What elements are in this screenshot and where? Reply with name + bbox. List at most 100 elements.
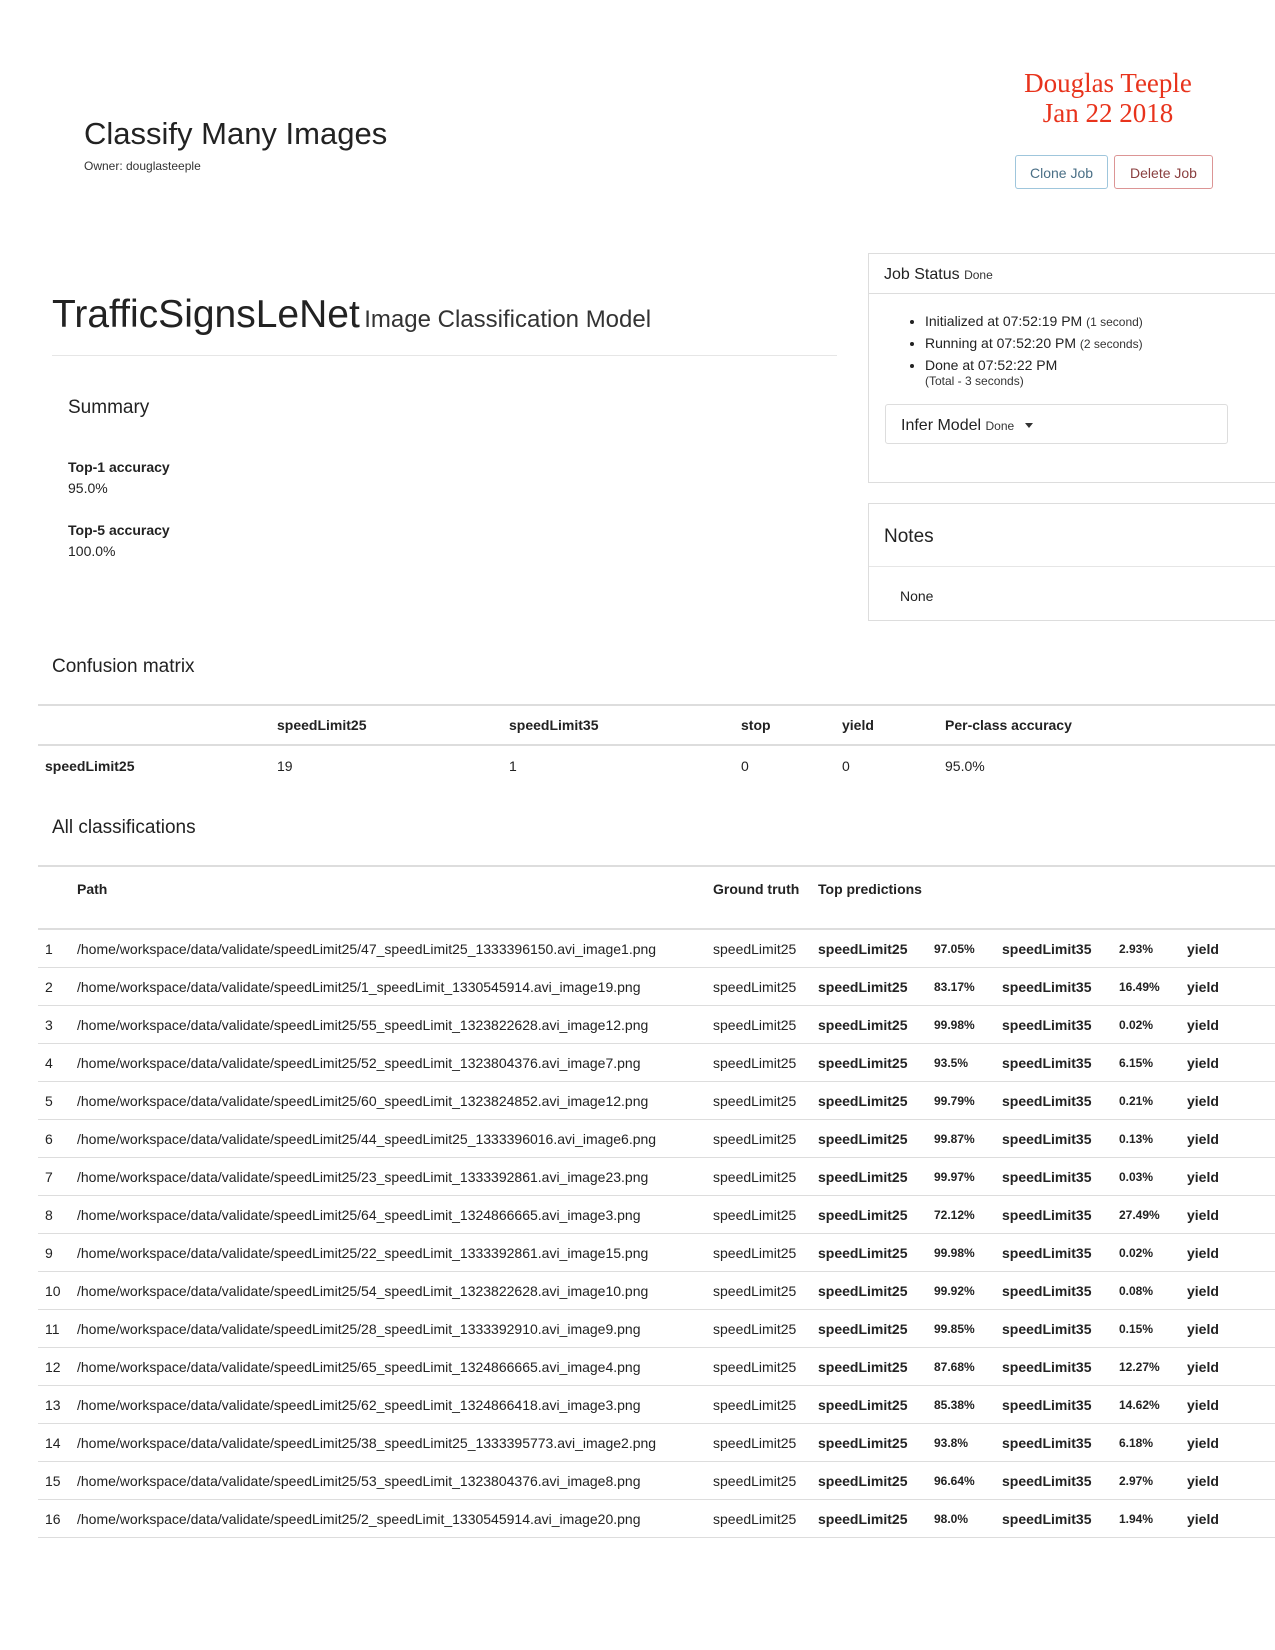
- prediction-2-confidence: 6.18%: [1112, 1423, 1180, 1462]
- prediction-2-confidence: 0.03%: [1112, 1157, 1180, 1196]
- confusion-row-label: speedLimit25: [45, 758, 135, 774]
- prediction-1-label: speedLimit25: [811, 1461, 927, 1500]
- confusion-header: yield: [835, 704, 938, 746]
- table-row: 10/home/workspace/data/validate/speedLim…: [38, 1271, 1275, 1310]
- confusion-header: speedLimit35: [502, 704, 734, 746]
- row-index: 2: [38, 967, 70, 1006]
- infer-model-state: Done: [985, 419, 1015, 433]
- row-index: 16: [38, 1499, 70, 1538]
- image-path: /home/workspace/data/validate/speedLimit…: [70, 1309, 706, 1348]
- prediction-2-confidence: 0.13%: [1112, 1119, 1180, 1158]
- image-path: /home/workspace/data/validate/speedLimit…: [70, 1081, 706, 1120]
- prediction-1-confidence: 83.17%: [927, 967, 995, 1006]
- ground-truth: speedLimit25: [706, 967, 811, 1006]
- prediction-3-label: yield: [1180, 1347, 1275, 1386]
- prediction-2-label: speedLimit35: [995, 1461, 1112, 1500]
- image-path: /home/workspace/data/validate/speedLimit…: [70, 1423, 706, 1462]
- table-row: 1/home/workspace/data/validate/speedLimi…: [38, 929, 1275, 968]
- prediction-3-label: yield: [1180, 1233, 1275, 1272]
- image-path: /home/workspace/data/validate/speedLimit…: [70, 1157, 706, 1196]
- table-row: 4/home/workspace/data/validate/speedLimi…: [38, 1043, 1275, 1082]
- confusion-row: speedLimit25 19 1 0 0 95.0%: [38, 745, 1275, 786]
- prediction-2-confidence: 16.49%: [1112, 967, 1180, 1006]
- ground-truth: speedLimit25: [706, 1309, 811, 1348]
- prediction-1-confidence: 99.98%: [927, 1233, 995, 1272]
- prediction-1-label: speedLimit25: [811, 1309, 927, 1348]
- table-row: 9/home/workspace/data/validate/speedLimi…: [38, 1233, 1275, 1272]
- confusion-header: speedLimit25: [270, 704, 502, 746]
- ground-truth: speedLimit25: [706, 1423, 811, 1462]
- job-title: Classify Many Images: [84, 116, 388, 151]
- caret-down-icon: [1024, 423, 1033, 429]
- confusion-cell: 1: [509, 758, 517, 774]
- row-index: 11: [38, 1309, 70, 1348]
- prediction-1-label: speedLimit25: [811, 1195, 927, 1234]
- prediction-3-label: yield: [1180, 967, 1275, 1006]
- confusion-cell: 0: [741, 758, 749, 774]
- prediction-2-label: speedLimit35: [995, 1309, 1112, 1348]
- prediction-1-confidence: 99.79%: [927, 1081, 995, 1120]
- image-path: /home/workspace/data/validate/speedLimit…: [70, 1385, 706, 1424]
- job-owner: Owner: douglasteeple: [84, 159, 201, 173]
- prediction-2-confidence: 1.94%: [1112, 1499, 1180, 1538]
- prediction-1-label: speedLimit25: [811, 1233, 927, 1272]
- prediction-1-label: speedLimit25: [811, 967, 927, 1006]
- table-row: 14/home/workspace/data/validate/speedLim…: [38, 1423, 1275, 1462]
- confusion-header: stop: [734, 704, 835, 746]
- job-status-events: Initialized at 07:52:19 PM (1 second) Ru…: [869, 311, 1143, 376]
- prediction-3-label: yield: [1180, 1119, 1275, 1158]
- prediction-2-label: speedLimit35: [995, 1043, 1112, 1082]
- prediction-3-label: yield: [1180, 929, 1275, 968]
- annotation-date: Jan 22 2018: [1042, 98, 1174, 128]
- ground-truth: speedLimit25: [706, 1385, 811, 1424]
- prediction-1-label: speedLimit25: [811, 1119, 927, 1158]
- prediction-2-label: speedLimit35: [995, 929, 1112, 968]
- ground-truth: speedLimit25: [706, 1119, 811, 1158]
- job-status-label: Job Status: [884, 266, 960, 283]
- prediction-1-confidence: 96.64%: [927, 1461, 995, 1500]
- image-path: /home/workspace/data/validate/speedLimit…: [70, 1119, 706, 1158]
- top-predictions-header: Top predictions: [811, 865, 1275, 930]
- prediction-2-label: speedLimit35: [995, 1005, 1112, 1044]
- row-index: 5: [38, 1081, 70, 1120]
- table-row: 6/home/workspace/data/validate/speedLimi…: [38, 1119, 1275, 1158]
- table-row: 7/home/workspace/data/validate/speedLimi…: [38, 1157, 1275, 1196]
- table-row: 3/home/workspace/data/validate/speedLimi…: [38, 1005, 1275, 1044]
- image-path: /home/workspace/data/validate/speedLimit…: [70, 967, 706, 1006]
- prediction-1-label: speedLimit25: [811, 1005, 927, 1044]
- row-index: 10: [38, 1271, 70, 1310]
- ground-truth: speedLimit25: [706, 1157, 811, 1196]
- delete-job-button[interactable]: Delete Job: [1114, 155, 1213, 189]
- table-row: 15/home/workspace/data/validate/speedLim…: [38, 1461, 1275, 1500]
- image-path: /home/workspace/data/validate/speedLimit…: [70, 1347, 706, 1386]
- prediction-2-label: speedLimit35: [995, 1423, 1112, 1462]
- row-index: 4: [38, 1043, 70, 1082]
- prediction-1-confidence: 99.87%: [927, 1119, 995, 1158]
- row-index: 6: [38, 1119, 70, 1158]
- image-path: /home/workspace/data/validate/speedLimit…: [70, 1233, 706, 1272]
- prediction-2-label: speedLimit35: [995, 1385, 1112, 1424]
- notes-body: None: [900, 588, 934, 604]
- confusion-cell: 0: [842, 758, 850, 774]
- ground-truth: speedLimit25: [706, 1043, 811, 1082]
- confusion-header: [38, 704, 270, 746]
- top1-accuracy-value: 95.0%: [68, 480, 108, 496]
- summary-title: Summary: [68, 397, 150, 418]
- clone-job-button[interactable]: Clone Job: [1015, 155, 1108, 189]
- prediction-1-confidence: 99.97%: [927, 1157, 995, 1196]
- infer-model-dropdown[interactable]: Infer Model Done: [885, 404, 1228, 444]
- prediction-1-confidence: 98.0%: [927, 1499, 995, 1538]
- ground-truth: speedLimit25: [706, 929, 811, 968]
- prediction-2-confidence: 6.15%: [1112, 1043, 1180, 1082]
- prediction-3-label: yield: [1180, 1081, 1275, 1120]
- row-index: 8: [38, 1195, 70, 1234]
- path-header: Path: [70, 865, 706, 930]
- prediction-1-label: speedLimit25: [811, 1043, 927, 1082]
- prediction-1-confidence: 99.85%: [927, 1309, 995, 1348]
- top1-accuracy-label: Top-1 accuracy: [68, 459, 170, 475]
- confusion-matrix-title: Confusion matrix: [52, 656, 195, 677]
- row-index: 13: [38, 1385, 70, 1424]
- prediction-1-label: speedLimit25: [811, 1081, 927, 1120]
- handwritten-annotation: Douglas Teeple Jan 22 2018: [1003, 68, 1213, 128]
- table-row: 5/home/workspace/data/validate/speedLimi…: [38, 1081, 1275, 1120]
